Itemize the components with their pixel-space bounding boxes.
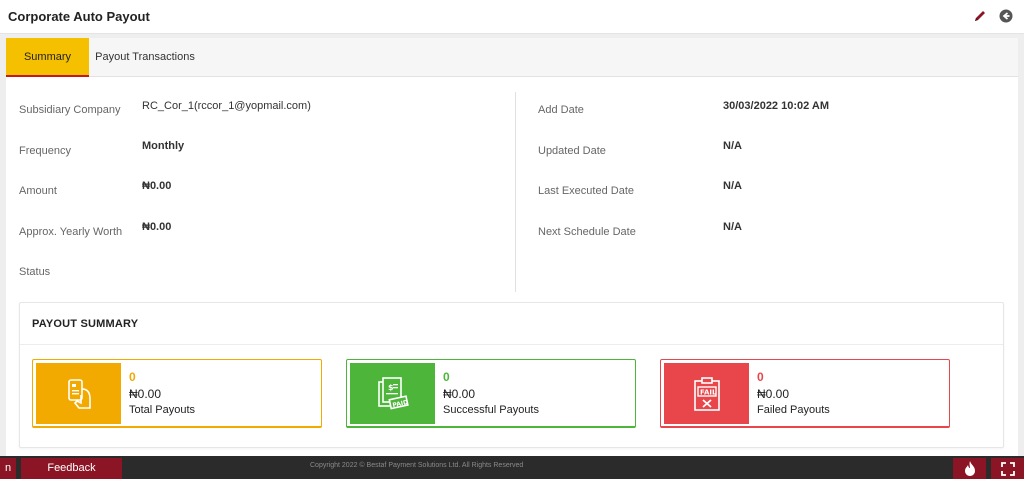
fire-icon[interactable] — [953, 458, 986, 479]
last-executed-date-label: Last Executed Date — [538, 185, 635, 197]
failed-payouts-count: 0 — [757, 370, 764, 384]
frequency-value: Monthly — [142, 140, 185, 152]
footer-left-button[interactable]: n — [0, 458, 16, 479]
card-in-hand-icon — [36, 363, 121, 424]
failed-payouts-card[interactable]: FAIL 0 ₦0.00 Failed Payouts — [660, 359, 950, 428]
successful-payouts-label: Successful Payouts — [443, 404, 539, 416]
next-schedule-date-label: Next Schedule Date — [538, 226, 636, 238]
column-divider — [515, 92, 516, 292]
summary-divider — [20, 344, 1003, 345]
yearly-worth-label: Approx. Yearly Worth — [19, 226, 123, 238]
amount-value: ₦0.00 — [142, 180, 172, 192]
paid-receipt-icon: $ PAID — [350, 363, 435, 424]
total-payouts-label: Total Payouts — [129, 404, 196, 416]
next-schedule-date-value: N/A — [723, 221, 742, 233]
subsidiary-company-value: RC_Cor_1(rccor_1@yopmail.com) — [142, 100, 311, 112]
successful-payouts-count: 0 — [443, 370, 450, 384]
payout-summary-title: PAYOUT SUMMARY — [32, 318, 139, 330]
feedback-button[interactable]: Feedback — [21, 458, 122, 479]
total-payouts-count: 0 — [129, 370, 136, 384]
amount-label: Amount — [19, 185, 57, 197]
failed-payouts-label: Failed Payouts — [757, 404, 830, 416]
frequency-label: Frequency — [19, 145, 71, 157]
fail-clipboard-icon: FAIL — [664, 363, 749, 424]
page-header: Corporate Auto Payout — [0, 0, 1024, 34]
back-arrow-icon[interactable] — [998, 8, 1014, 24]
tab-summary[interactable]: Summary — [6, 38, 89, 77]
page-footer: n Feedback Copyright 2022 © Bestaf Payme… — [0, 456, 1024, 479]
add-date-label: Add Date — [538, 104, 584, 116]
subsidiary-company-label: Subsidiary Company — [19, 104, 121, 116]
tab-bar: Summary Payout Transactions — [6, 38, 1018, 77]
tab-payout-transactions[interactable]: Payout Transactions — [89, 38, 201, 77]
header-actions — [972, 8, 1014, 24]
successful-payouts-card[interactable]: $ PAID 0 ₦0.00 Successful Payouts — [346, 359, 636, 428]
total-payouts-amount: ₦0.00 — [129, 387, 162, 401]
details-section: Subsidiary Company RC_Cor_1(rccor_1@yopm… — [6, 90, 1018, 295]
yearly-worth-value: ₦0.00 — [142, 221, 172, 233]
status-label: Status — [19, 266, 51, 278]
svg-text:FAIL: FAIL — [700, 388, 717, 396]
last-executed-date-value: N/A — [723, 180, 742, 192]
payout-summary-box: PAYOUT SUMMARY 0 ₦0.00 Total Payouts $ P… — [19, 302, 1004, 448]
updated-date-label: Updated Date — [538, 145, 606, 157]
add-date-value: 30/03/2022 10:02 AM — [723, 100, 829, 112]
fullscreen-icon[interactable] — [991, 458, 1024, 479]
main-panel: Summary Payout Transactions Subsidiary C… — [6, 38, 1018, 456]
updated-date-value: N/A — [723, 140, 742, 152]
page-title: Corporate Auto Payout — [8, 9, 150, 24]
total-payouts-card[interactable]: 0 ₦0.00 Total Payouts — [32, 359, 322, 428]
successful-payouts-amount: ₦0.00 — [443, 387, 476, 401]
failed-payouts-amount: ₦0.00 — [757, 387, 790, 401]
pencil-icon[interactable] — [972, 8, 988, 24]
copyright-text: Copyright 2022 © Bestaf Payment Solution… — [310, 462, 524, 469]
